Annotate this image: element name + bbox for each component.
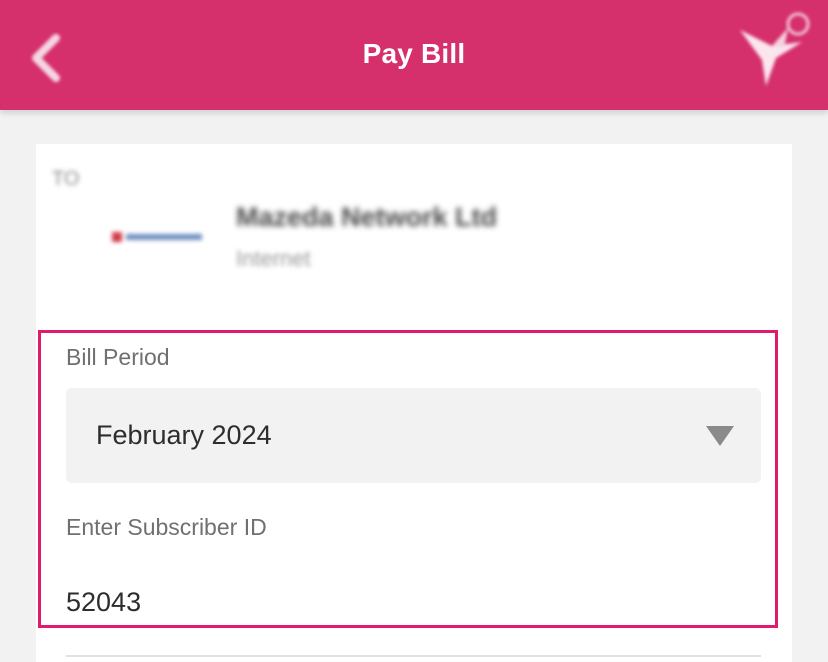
subscriber-id-underline — [66, 655, 761, 657]
biller-category: Internet — [236, 246, 311, 271]
biller-logo-icon — [112, 232, 202, 242]
recipient-card: TO Mazeda Network Ltd Internet — [36, 144, 792, 304]
subscriber-id-input[interactable] — [66, 582, 756, 622]
bird-logo-icon — [740, 12, 810, 86]
caret-down-icon — [706, 426, 734, 446]
pay-bill-screen: Pay Bill TO Mazeda Network Ltd Internet … — [0, 0, 828, 662]
app-header: Pay Bill — [0, 0, 828, 110]
bill-period-label: Bill Period — [66, 344, 170, 370]
to-label: TO — [52, 168, 80, 190]
biller-name: Mazeda Network Ltd — [236, 202, 498, 232]
subscriber-id-label: Enter Subscriber ID — [66, 514, 267, 540]
bill-period-value: February 2024 — [96, 420, 272, 450]
bill-period-dropdown[interactable]: February 2024 — [66, 388, 761, 483]
page-title: Pay Bill — [362, 38, 466, 69]
brand-logo-button[interactable] — [732, 6, 816, 98]
